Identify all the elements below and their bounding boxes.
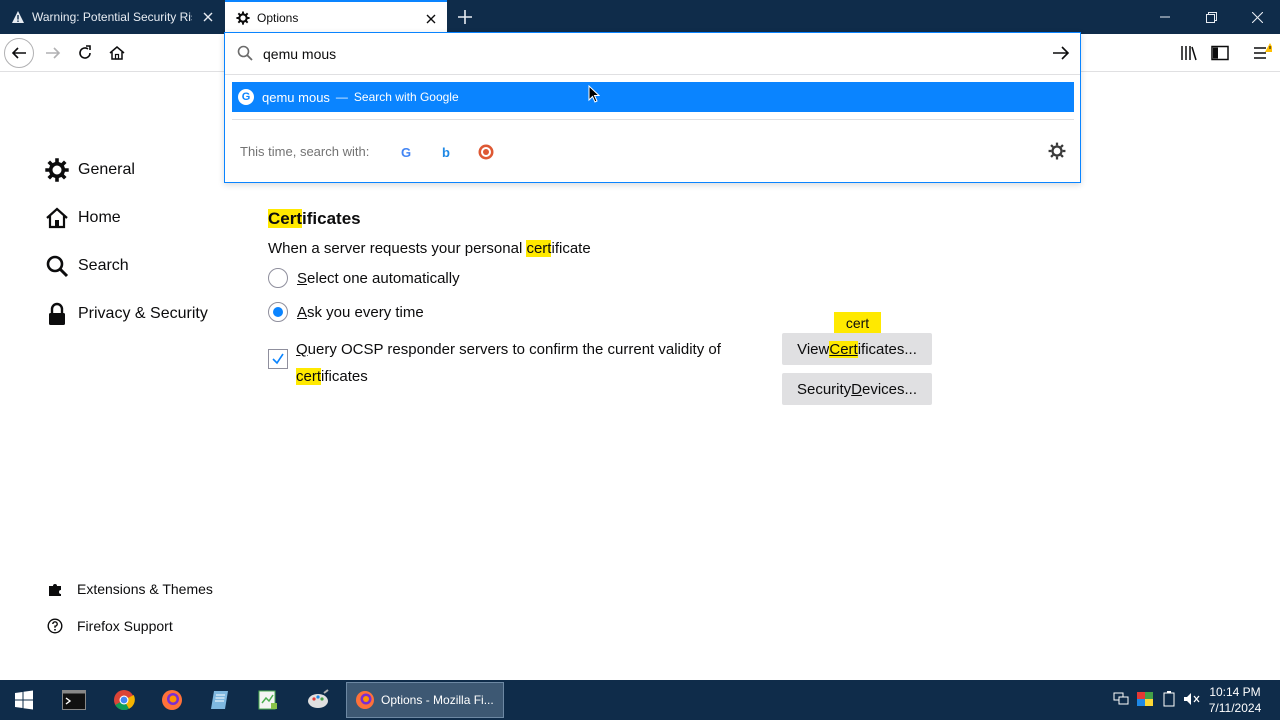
tab-strip: Warning: Potential Security Risk Options bbox=[0, 0, 1280, 34]
divider bbox=[232, 119, 1074, 120]
footer-label: Firefox Support bbox=[77, 618, 173, 634]
category-label: Home bbox=[78, 209, 121, 226]
search-icon bbox=[237, 45, 253, 66]
sidebar-icon[interactable] bbox=[1209, 42, 1231, 64]
start-windows-icon[interactable] bbox=[4, 684, 44, 716]
one-off-label: This time, search with: bbox=[240, 144, 370, 159]
search-icon bbox=[44, 253, 70, 279]
suggestion-text: qemu mous bbox=[262, 89, 330, 105]
extensions-themes-link[interactable]: Extensions & Themes bbox=[46, 580, 213, 598]
lock-icon bbox=[44, 301, 70, 327]
puzzle-icon bbox=[46, 580, 64, 598]
certificates-heading: Certificates bbox=[268, 209, 361, 228]
home-button[interactable] bbox=[102, 38, 132, 68]
search-settings-gear-icon[interactable] bbox=[1048, 142, 1066, 165]
address-bar[interactable]: qemu mous bbox=[225, 33, 1080, 75]
select-automatically-radio[interactable]: Select one automatically bbox=[268, 268, 460, 288]
ask-every-time-radio[interactable]: Ask you every time bbox=[268, 302, 424, 322]
taskbar-firefox-options-window[interactable]: Options - Mozilla Fi... bbox=[346, 682, 504, 718]
clock-date: 7/11/2024 bbox=[1208, 701, 1262, 715]
category-search[interactable]: Search bbox=[44, 253, 129, 279]
suggestion-separator: — bbox=[335, 90, 348, 104]
security-devices-button[interactable]: Security Devices... bbox=[782, 373, 932, 405]
suggestion-action: Search with Google bbox=[353, 90, 459, 104]
windows-taskbar: Options - Mozilla Fi... 10:14 PM 7/11/20… bbox=[0, 680, 1280, 720]
tab-title: Options bbox=[257, 11, 299, 25]
close-window-icon[interactable] bbox=[1234, 0, 1280, 34]
category-general[interactable]: General bbox=[44, 157, 135, 183]
category-privacy-security[interactable]: Privacy & Security bbox=[44, 301, 208, 327]
gear-icon bbox=[44, 157, 70, 183]
address-input-text[interactable]: qemu mous bbox=[263, 46, 336, 62]
notepad-icon[interactable] bbox=[200, 684, 240, 716]
ocsp-label: Query OCSP responder servers to confirm … bbox=[296, 341, 721, 385]
volume-muted-icon[interactable] bbox=[1183, 690, 1201, 708]
close-tab-icon[interactable] bbox=[423, 11, 439, 27]
firefox-icon[interactable] bbox=[152, 684, 192, 716]
network-icon[interactable] bbox=[1112, 690, 1130, 708]
paint-icon[interactable] bbox=[298, 684, 338, 716]
terminal-icon[interactable] bbox=[54, 684, 94, 716]
close-tab-icon[interactable] bbox=[200, 9, 216, 25]
duckduckgo-engine-icon[interactable] bbox=[477, 143, 495, 161]
category-label: General bbox=[78, 161, 135, 178]
display-color-icon[interactable] bbox=[1136, 690, 1154, 708]
firefox-support-link[interactable]: Firefox Support bbox=[46, 617, 173, 635]
chrome-icon[interactable] bbox=[104, 684, 144, 716]
view-certificates-button[interactable]: View Cert ificates... bbox=[782, 333, 932, 365]
reload-button[interactable] bbox=[70, 38, 100, 68]
tab-options[interactable]: Options bbox=[225, 0, 447, 34]
category-home[interactable]: Home bbox=[44, 205, 121, 231]
urlbar-popup: qemu mous G qemu mous — Search with Goog… bbox=[224, 32, 1081, 183]
category-label: Privacy & Security bbox=[78, 305, 208, 322]
radio-button[interactable] bbox=[268, 268, 288, 288]
radio-button-selected[interactable] bbox=[268, 302, 288, 322]
warning-icon bbox=[10, 9, 26, 25]
bing-engine-icon[interactable]: b bbox=[437, 143, 455, 161]
clock-time: 10:14 PM bbox=[1209, 685, 1261, 699]
go-arrow-icon[interactable] bbox=[1052, 44, 1070, 67]
menu-icon[interactable] bbox=[1250, 42, 1272, 64]
restore-icon[interactable] bbox=[1188, 0, 1234, 34]
library-icon[interactable] bbox=[1178, 42, 1200, 64]
radio-label: Select one automatically bbox=[297, 269, 460, 287]
footer-label: Extensions & Themes bbox=[77, 581, 213, 597]
tab-title: Warning: Potential Security Risk bbox=[32, 10, 192, 24]
gear-icon bbox=[235, 10, 251, 26]
category-label: Search bbox=[78, 257, 129, 274]
minimize-icon[interactable] bbox=[1142, 0, 1188, 34]
tab-security-warning[interactable]: Warning: Potential Security Risk bbox=[0, 0, 224, 34]
search-highlight-tooltip: cert bbox=[834, 312, 881, 333]
google-icon: G bbox=[238, 89, 254, 105]
google-engine-icon[interactable]: G bbox=[397, 143, 415, 161]
new-tab-icon[interactable] bbox=[455, 7, 475, 27]
forward-button[interactable] bbox=[38, 38, 68, 68]
battery-icon[interactable] bbox=[1160, 690, 1178, 708]
system-clock[interactable]: 10:14 PM 7/11/2024 bbox=[1204, 684, 1266, 716]
radio-label: Ask you every time bbox=[297, 303, 424, 321]
ocsp-checkbox[interactable] bbox=[268, 349, 288, 369]
home-icon bbox=[44, 205, 70, 231]
firefox-icon bbox=[355, 690, 375, 710]
certificates-description: When a server requests your personal cer… bbox=[268, 240, 591, 257]
search-suggestion-row[interactable]: G qemu mous — Search with Google bbox=[232, 82, 1074, 112]
taskbar-window-label: Options - Mozilla Fi... bbox=[381, 693, 494, 707]
back-button[interactable] bbox=[4, 38, 34, 68]
mouse-cursor-icon bbox=[588, 84, 601, 109]
spreadsheet-icon[interactable] bbox=[248, 684, 288, 716]
help-icon bbox=[46, 617, 64, 635]
